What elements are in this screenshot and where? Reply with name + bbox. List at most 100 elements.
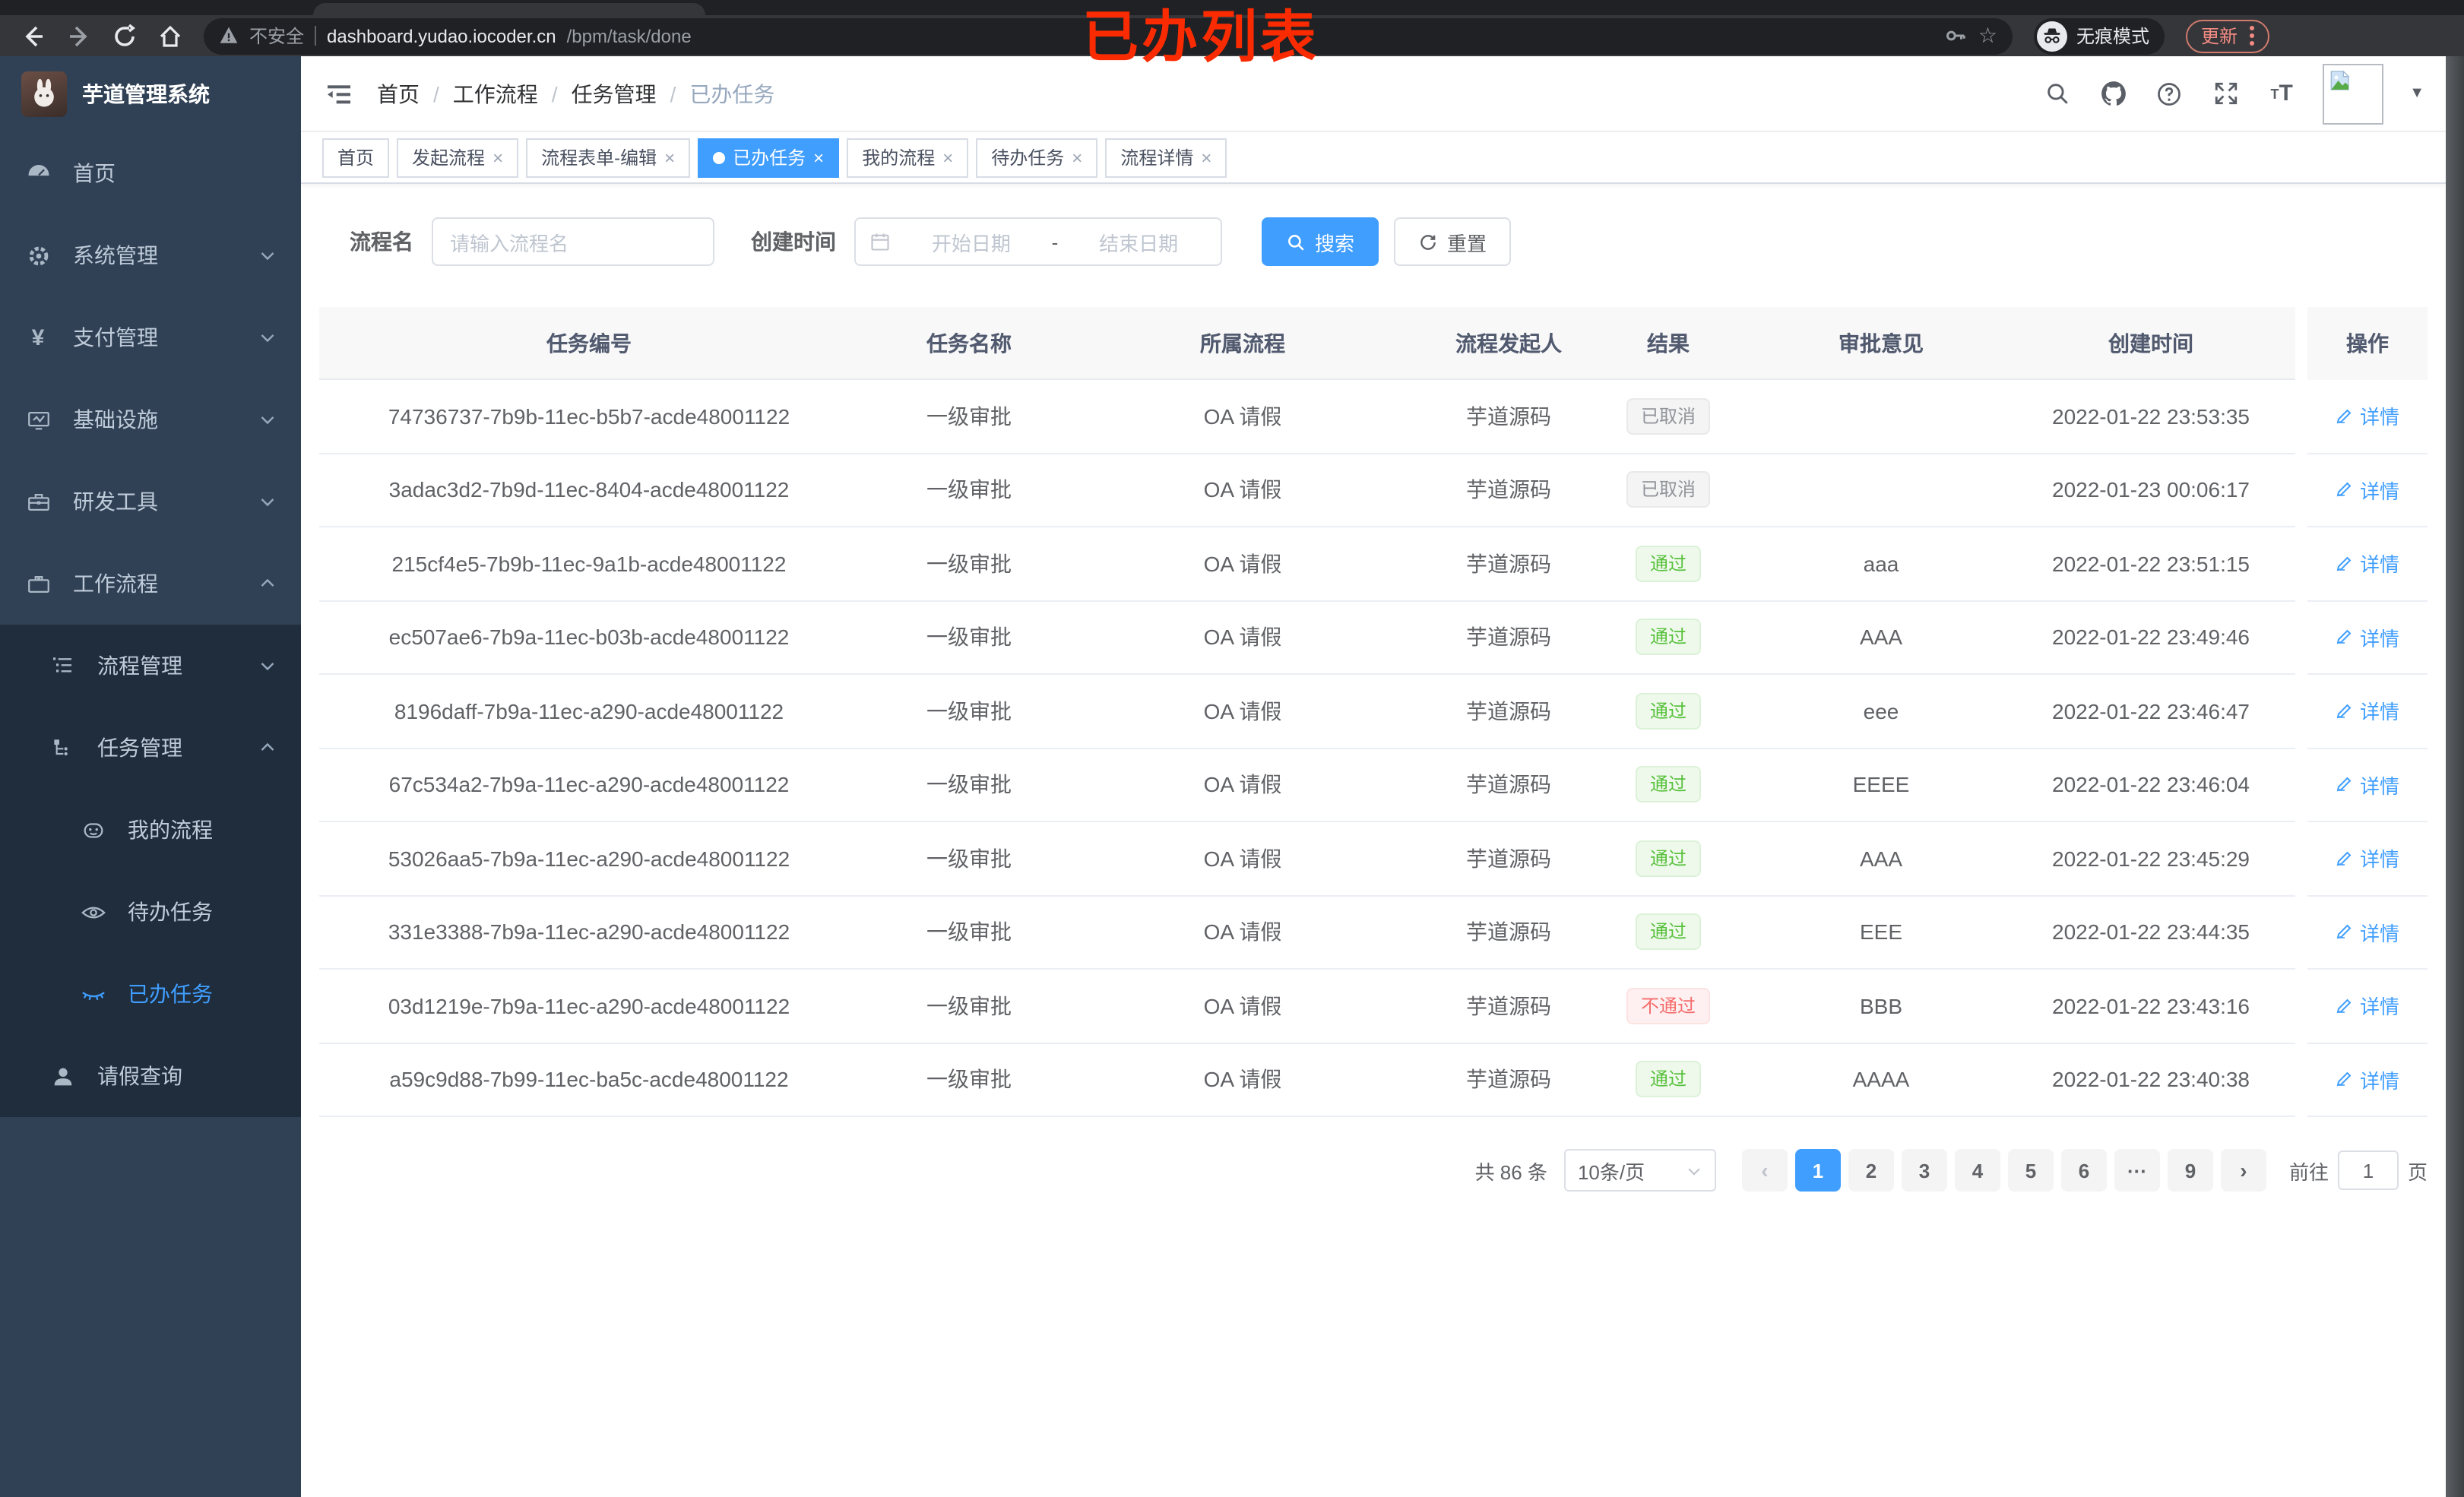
github-icon[interactable] (2098, 78, 2128, 109)
page-button[interactable]: 4 (1954, 1149, 2000, 1192)
goto-page-input[interactable]: 1 (2337, 1150, 2399, 1190)
detail-link[interactable]: 详情 (2307, 771, 2428, 799)
reset-button[interactable]: 重置 (1394, 217, 1512, 266)
task-name-cell: 一级审批 (926, 477, 1012, 502)
result-cell: 已取消 (1611, 471, 1725, 508)
fullscreen-icon[interactable] (2210, 78, 2241, 109)
close-icon[interactable]: × (664, 148, 675, 166)
update-label: 更新 (2201, 26, 2238, 47)
create-time-cell: 2022-01-22 23:53:35 (2052, 404, 2250, 429)
bookmark-star-icon[interactable]: ☆ (1978, 23, 1997, 49)
detail-link[interactable]: 详情 (2307, 623, 2428, 652)
help-icon[interactable] (2154, 78, 2184, 109)
view-tab[interactable]: 首页 (322, 138, 390, 177)
page-button[interactable]: 1 (1794, 1149, 1841, 1192)
table-row-action: 详情 (2307, 748, 2428, 822)
search-icon[interactable] (2041, 78, 2072, 109)
detail-link[interactable]: 详情 (2307, 992, 2428, 1021)
sidebar-item-process-mgmt[interactable]: 流程管理 (0, 625, 301, 707)
table-row: 215cf4e5-7b9b-11ec-9a1b-acde48001122 一级审… (319, 527, 2295, 601)
task-id-cell: 215cf4e5-7b9b-11ec-9a1b-acde48001122 (391, 551, 787, 576)
monitor-icon (24, 406, 52, 433)
result-cell: 通过 (1611, 619, 1725, 656)
col-action: 操作 (2346, 331, 2389, 356)
sidebar-item-system[interactable]: 系统管理 (0, 214, 301, 296)
table-row: a59c9d88-7b99-11ec-ba5c-acde48001122 一级审… (319, 1043, 2295, 1117)
page-button[interactable]: 2 (1848, 1149, 1894, 1192)
close-icon[interactable]: × (1072, 148, 1082, 166)
next-page-button[interactable]: › (2220, 1149, 2266, 1192)
close-icon[interactable]: × (942, 148, 953, 166)
sidebar-logo[interactable]: 芋道管理系统 (0, 56, 301, 132)
table-row: ec507ae6-7b9a-11ec-b03b-acde48001122 一级审… (319, 601, 2295, 675)
close-icon[interactable]: × (1201, 148, 1211, 166)
date-range-input[interactable]: 开始日期 - 结束日期 (854, 217, 1222, 266)
view-tab[interactable]: 待办任务 × (976, 138, 1098, 177)
avatar-caret-icon[interactable]: ▼ (2409, 85, 2424, 102)
close-icon[interactable]: × (813, 148, 824, 166)
avatar[interactable] (2323, 63, 2384, 124)
toolbox-icon (24, 488, 52, 515)
forward-icon[interactable] (61, 17, 97, 54)
sidebar-item-task-mgmt[interactable]: 任务管理 (0, 707, 301, 789)
table-row-action: 详情 (2307, 527, 2428, 601)
page-button[interactable]: 6 (2060, 1149, 2107, 1192)
view-tab[interactable]: 已办任务 × (698, 138, 840, 177)
sidebar-item-workflow[interactable]: 工作流程 (0, 543, 301, 625)
task-id-cell: 67c534a2-7b9a-11ec-a290-acde48001122 (388, 772, 790, 797)
view-tab[interactable]: 发起流程 × (397, 138, 519, 177)
page-scrollbar[interactable] (2446, 56, 2464, 1497)
create-time-cell: 2022-01-22 23:44:35 (2052, 919, 2250, 945)
create-time-cell: 2022-01-22 23:45:29 (2052, 846, 2250, 871)
close-icon[interactable]: × (492, 148, 503, 166)
process-name-input[interactable]: 请输入流程名 (432, 217, 714, 266)
breadcrumb-workflow[interactable]: 工作流程 (453, 78, 538, 109)
update-button[interactable]: 更新 (2186, 19, 2270, 52)
detail-link[interactable]: 详情 (2307, 402, 2428, 431)
breadcrumb-task-mgmt[interactable]: 任务管理 (572, 78, 657, 109)
incognito-badge: 无痕模式 (2034, 17, 2165, 54)
back-icon[interactable] (15, 17, 52, 54)
detail-link[interactable]: 详情 (2307, 549, 2428, 578)
key-icon[interactable] (1945, 24, 1968, 47)
sidebar-item-home[interactable]: 首页 (0, 132, 301, 214)
page-size-select[interactable]: 10条/页 (1563, 1149, 1716, 1192)
sidebar: 芋道管理系统 首页 系统管理 ¥ 支付管理 基础设施 研发工具 工作流程 流程管… (0, 56, 301, 1497)
browser-menu-icon[interactable] (2250, 26, 2255, 46)
sidebar-item-my-process[interactable]: 我的流程 (0, 789, 301, 871)
page-button[interactable]: 3 (1901, 1149, 1947, 1192)
detail-link[interactable]: 详情 (2307, 476, 2428, 505)
reload-icon[interactable] (106, 17, 143, 54)
detail-link[interactable]: 详情 (2307, 697, 2428, 726)
detail-link[interactable]: 详情 (2307, 1065, 2428, 1094)
page-button[interactable]: ··· (2114, 1149, 2160, 1192)
sidebar-toggle-icon[interactable] (322, 77, 356, 110)
sidebar-item-devtools[interactable]: 研发工具 (0, 460, 301, 543)
col-starter: 流程发起人 (1455, 331, 1562, 355)
task-id-cell: 8196daff-7b9a-11ec-a290-acde48001122 (394, 698, 784, 723)
search-button[interactable]: 搜索 (1262, 217, 1379, 266)
view-tab[interactable]: 流程表单-编辑 × (526, 138, 691, 177)
sidebar-item-leave-query[interactable]: 请假查询 (0, 1035, 301, 1117)
page-button[interactable]: 5 (2007, 1149, 2054, 1192)
view-tab[interactable]: 流程详情 × (1105, 138, 1227, 177)
goto-page: 前往 1 页 (2289, 1150, 2428, 1190)
sidebar-item-todo-task[interactable]: 待办任务 (0, 871, 301, 953)
sidebar-item-infra[interactable]: 基础设施 (0, 378, 301, 460)
font-size-icon[interactable]: TTTT (2266, 78, 2297, 109)
col-task-id: 任务编号 (546, 331, 632, 355)
browser-tab[interactable] (313, 3, 705, 15)
page-button[interactable]: 9 (2167, 1149, 2213, 1192)
process-cell: OA 请假 (1203, 477, 1282, 502)
task-id-cell: 74736737-7b9b-11ec-b5b7-acde48001122 (388, 404, 790, 429)
sidebar-item-done-task[interactable]: 已办任务 (0, 953, 301, 1035)
detail-link[interactable]: 详情 (2307, 844, 2428, 873)
prev-page-button[interactable]: ‹ (1741, 1149, 1788, 1192)
detail-link[interactable]: 详情 (2307, 918, 2428, 947)
breadcrumb-home[interactable]: 首页 (377, 78, 420, 109)
view-tab[interactable]: 我的流程 × (847, 138, 969, 177)
starter-cell: 芋道源码 (1466, 919, 1551, 945)
sidebar-item-pay[interactable]: ¥ 支付管理 (0, 296, 301, 378)
home-icon[interactable] (152, 17, 188, 54)
starter-cell: 芋道源码 (1466, 772, 1551, 797)
